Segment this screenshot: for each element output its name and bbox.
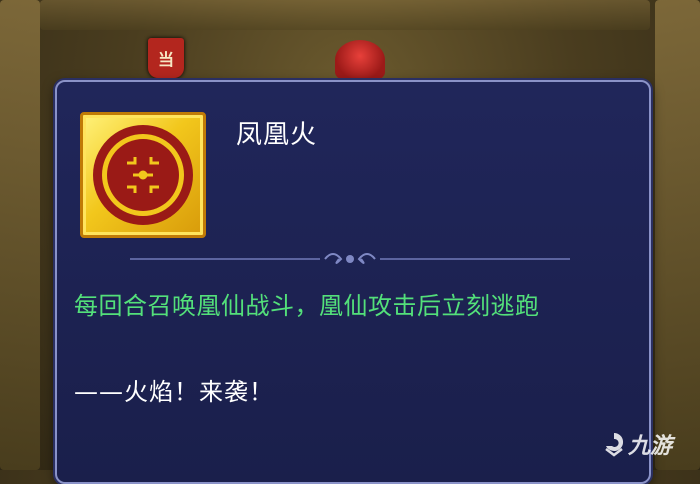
arena-pillar	[655, 0, 700, 470]
ornament-divider	[130, 253, 570, 264]
skill-quote: ——火焰！来袭！	[74, 378, 274, 406]
phoenix-emblem-icon	[93, 125, 193, 225]
arena-pillar	[40, 0, 650, 30]
banner-flag: 当	[148, 38, 184, 78]
skill-icon	[80, 112, 206, 238]
skill-description: 每回合召唤凰仙战斗，凰仙攻击后立刻逃跑	[74, 292, 540, 320]
character-sprite	[335, 40, 385, 80]
arena-pillar	[0, 0, 40, 470]
site-watermark: 九游	[602, 428, 672, 460]
skill-name: 凤凰火	[236, 120, 318, 150]
nine-game-logo-icon	[605, 432, 624, 457]
watermark-text: 九游	[628, 434, 673, 459]
